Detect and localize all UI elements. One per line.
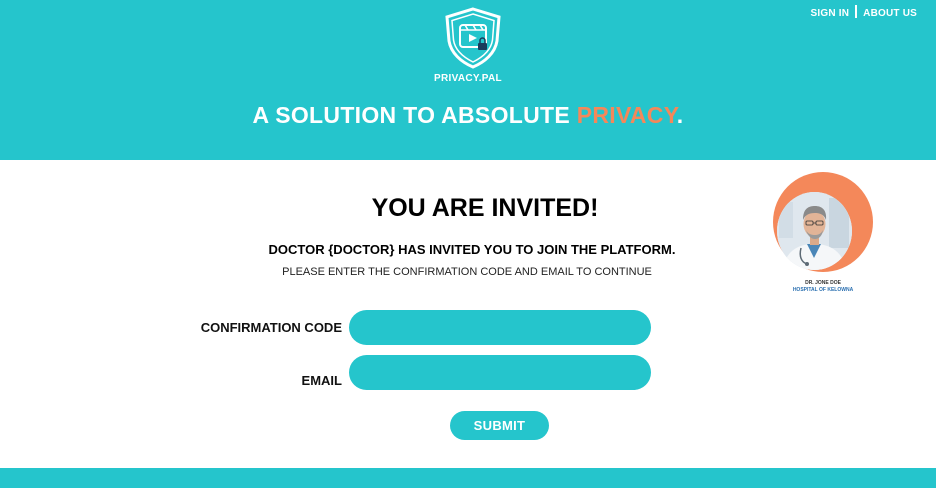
doctor-hospital: HOSPITAL OF KELOWNA <box>792 287 854 293</box>
email-input[interactable] <box>349 355 651 390</box>
submit-button[interactable]: SUBMIT <box>450 411 549 440</box>
instruction-text: PLEASE ENTER THE CONFIRMATION CODE AND E… <box>282 266 652 278</box>
doctor-portrait-image <box>777 192 852 270</box>
doctor-name: DR. JONE DOE <box>805 280 841 286</box>
hero-tagline: A SOLUTION TO ABSOLUTE PRIVACY. <box>0 102 936 129</box>
confirmation-code-input[interactable] <box>349 310 651 345</box>
doctor-avatar <box>777 192 852 270</box>
shield-video-lock-icon <box>445 7 501 69</box>
tagline-accent: PRIVACY <box>576 102 677 128</box>
email-label: EMAIL <box>301 373 342 388</box>
header-banner: SIGN IN ABOUT US PRIVACY.PAL A SOLUTION … <box>0 0 936 160</box>
about-us-link[interactable]: ABOUT US <box>863 8 917 19</box>
sign-in-link[interactable]: SIGN IN <box>811 8 850 19</box>
tagline-suffix: . <box>676 102 684 128</box>
footer-bar <box>0 468 936 488</box>
top-nav: SIGN IN ABOUT US <box>811 5 917 20</box>
nav-divider <box>855 5 858 18</box>
tagline-prefix: A SOLUTION TO ABSOLUTE <box>252 102 577 128</box>
brand-name: PRIVACY.PAL <box>434 73 502 84</box>
confirmation-code-label: CONFIRMATION CODE <box>200 320 342 335</box>
